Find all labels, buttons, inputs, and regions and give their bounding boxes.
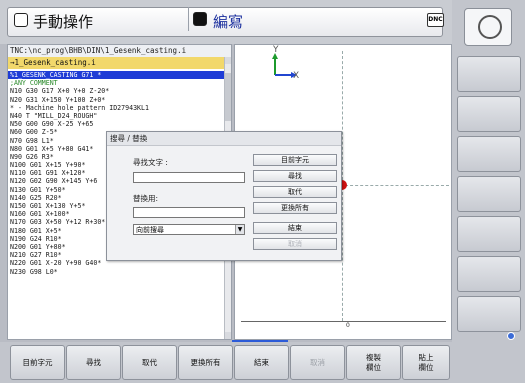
program-path: TNC:\nc_prog\BHB\DIN\1_Gesenk_casting.i [8, 45, 231, 57]
clock-widget [464, 8, 512, 46]
replace-all-button[interactable]: 更換所有 [253, 202, 337, 214]
softkey-find[interactable]: 尋找 [66, 345, 121, 380]
softkey-cancel: 取消 [290, 345, 345, 380]
code-line[interactable]: ;ANY COMMENT [8, 79, 226, 87]
side-softkey-3[interactable] [457, 136, 521, 172]
chevron-down-icon[interactable]: ▼ [235, 225, 244, 234]
softkey-current-word[interactable]: 目前字元 [10, 345, 65, 380]
scroll-up-icon[interactable] [225, 57, 231, 64]
replace-text-input[interactable] [133, 207, 245, 218]
programming-mode-icon [193, 12, 207, 26]
operating-mode-title: 手動操作 [33, 13, 94, 31]
manual-operation-icon [14, 13, 28, 27]
side-softkey-4[interactable] [457, 176, 521, 212]
current-word-button[interactable]: 目前字元 [253, 154, 337, 166]
code-line[interactable]: N50 G00 G90 X-25 Y+65 [8, 120, 226, 128]
cancel-button: 取消 [253, 238, 337, 250]
dialog-title: 搜尋 / 替換 [107, 132, 341, 146]
search-direction-select[interactable]: 向前搜尋 ▼ [133, 224, 245, 235]
scrollbar-thumb[interactable] [225, 73, 231, 121]
axis-y-label: Y [273, 45, 279, 55]
code-line[interactable]: N40 T "MILL_D24_ROUGH" [8, 112, 226, 120]
programming-mode-label: 編寫 [213, 13, 244, 31]
end-button[interactable]: 結束 [253, 222, 337, 234]
find-button[interactable]: 尋找 [253, 170, 337, 182]
code-line[interactable]: * - Machine hole pattern ID27943KL1 [8, 104, 226, 112]
scroll-down-icon[interactable] [225, 332, 231, 339]
graphic-ruler: 0 [241, 321, 446, 329]
find-text-label: 尋找文字 : [133, 158, 168, 167]
softkey-replace[interactable]: 取代 [122, 345, 177, 380]
header-bar: 手動操作 編寫 DNC [0, 0, 452, 44]
ruler-zero-label: 0 [346, 322, 350, 329]
side-softkey-2[interactable] [457, 96, 521, 132]
side-softkey-5[interactable] [457, 216, 521, 252]
code-line[interactable]: N10 G30 G17 X+0 Y+0 Z-20* [8, 87, 226, 95]
softkey-page-indicator [507, 332, 515, 340]
code-line[interactable]: %1_GESENK_CASTING G71 * [8, 71, 226, 80]
axis-x-label: X [293, 71, 300, 81]
code-line[interactable]: N230 G98 L0* [8, 268, 226, 276]
softkey-paste-field[interactable]: 貼上 欄位 [402, 345, 450, 380]
search-direction-value: 向前搜尋 [136, 226, 164, 234]
find-text-input[interactable] [133, 172, 245, 183]
softkey-end[interactable]: 結束 [234, 345, 289, 380]
side-softkey-7[interactable] [457, 296, 521, 332]
side-softkey-6[interactable] [457, 256, 521, 292]
search-replace-dialog: 搜尋 / 替換 尋找文字 : 替換用: 向前搜尋 ▼ 目前字元 尋找 取代 更換… [106, 131, 342, 261]
dnc-icon: DNC [427, 13, 444, 27]
code-line[interactable]: N20 G31 X+150 Y+100 Z+0* [8, 96, 226, 104]
clock-icon [478, 15, 502, 39]
replace-label: 替換用: [133, 194, 159, 203]
softkey-copy-field[interactable]: 複製 欄位 [346, 345, 401, 380]
program-file-name: →1_Gesenk_casting.i [8, 57, 231, 69]
softkey-replace-all[interactable]: 更換所有 [178, 345, 233, 380]
side-softkey-1[interactable] [457, 56, 521, 92]
replace-button[interactable]: 取代 [253, 186, 337, 198]
